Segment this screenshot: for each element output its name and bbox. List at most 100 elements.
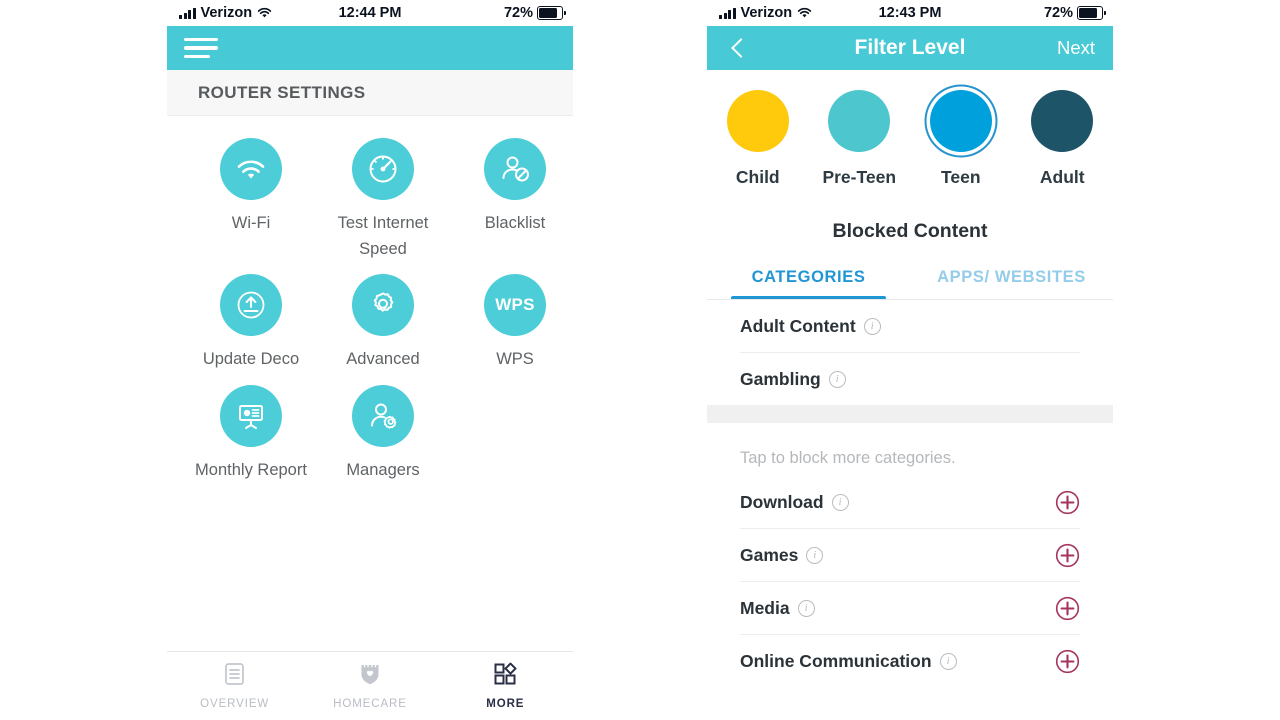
info-icon[interactable]: i (797, 599, 815, 617)
wps-icon-text: WPS (495, 295, 535, 315)
tab-homecare[interactable]: HOMECARE (302, 662, 437, 710)
level-label: Child (735, 167, 780, 187)
filter-level-pre-teen[interactable]: Pre-Teen (809, 90, 911, 188)
shield-heart-icon (359, 662, 381, 691)
plus-circle-icon[interactable] (1055, 543, 1080, 568)
screenshot-stage: Verizon 12:44 PM 72% ROUTER SETTINGS Wi-… (0, 0, 1280, 720)
filter-level-teen[interactable]: Teen (910, 90, 1012, 188)
list-item[interactable]: Games i (740, 529, 1080, 583)
plus-circle-icon[interactable] (1055, 490, 1080, 515)
grid-item-label: Test Internet Speed (337, 214, 429, 258)
status-right-group: 72% (503, 5, 566, 21)
row-text-group: Online Communication i (740, 651, 957, 672)
presentation-chart-icon (220, 384, 282, 447)
category-label: Gambling (740, 368, 821, 389)
filter-level-header: Filter Level Next (707, 26, 1113, 70)
grid-item-label: Advanced (346, 350, 420, 369)
list-item[interactable]: Online Communication i (740, 635, 1080, 687)
level-color-swatch (726, 90, 789, 152)
category-label: Games (740, 544, 799, 565)
user-blocked-icon (484, 138, 546, 200)
level-label: Pre-Teen (822, 167, 897, 187)
tab-apps-websites[interactable]: APPS/ WEBSITES (910, 267, 1113, 300)
battery-percent-label: 72% (503, 5, 533, 21)
level-color-swatch (828, 90, 891, 152)
upload-circle-icon (220, 274, 282, 337)
info-icon[interactable]: i (831, 493, 849, 511)
row-text-group: Games i (740, 544, 824, 566)
grid-row: Monthly Report Managers (167, 384, 573, 484)
info-icon[interactable]: i (863, 317, 881, 335)
row-text-group: Adult Content i (740, 316, 881, 337)
blocked-categories-list: Adult Content i Gambling i (707, 300, 1113, 405)
info-icon[interactable]: i (939, 652, 957, 670)
grid-item-wifi[interactable]: Wi-Fi (193, 138, 309, 262)
grid-squares-icon (493, 662, 517, 691)
page-title: Filter Level (854, 36, 966, 59)
tab-label: OVERVIEW (200, 698, 270, 710)
grid-cell-empty (457, 385, 573, 484)
level-label: Adult (1039, 167, 1085, 187)
list-item[interactable]: Download i (740, 476, 1080, 530)
tab-label: MORE (486, 698, 525, 710)
section-title: ROUTER SETTINGS (198, 82, 366, 102)
tab-categories[interactable]: CATEGORIES (707, 267, 910, 301)
hamburger-menu-icon[interactable] (184, 35, 220, 61)
document-lines-icon (224, 662, 245, 691)
list-item[interactable]: Adult Content i (740, 300, 1080, 354)
battery-icon (1077, 6, 1106, 20)
blocked-content-title: Blocked Content (832, 220, 988, 242)
grid-item-monthly-report[interactable]: Monthly Report (193, 384, 309, 484)
row-text-group: Gambling i (740, 369, 846, 390)
grid-row: Wi-Fi Test Internet Speed Blacklist (167, 138, 573, 262)
grid-item-update-deco[interactable]: Update Deco (193, 274, 309, 373)
category-label: Media (740, 597, 790, 618)
category-label: Online Communication (740, 650, 932, 671)
tab-overview[interactable]: OVERVIEW (167, 662, 302, 710)
user-gear-icon (352, 384, 414, 447)
grid-item-label: Managers (346, 460, 420, 479)
tab-label: HOMECARE (333, 698, 407, 710)
grid-item-blacklist[interactable]: Blacklist (457, 138, 573, 262)
grid-item-label: Blacklist (484, 214, 546, 232)
tab-more[interactable]: MORE (438, 662, 573, 710)
plus-circle-icon[interactable] (1055, 596, 1080, 621)
filter-level-child[interactable]: Child (707, 90, 809, 188)
plus-circle-icon[interactable] (1055, 649, 1080, 674)
grid-item-advanced[interactable]: Advanced (325, 274, 441, 373)
section-divider-band (707, 405, 1113, 424)
category-label: Adult Content (740, 315, 856, 336)
left-app-header (167, 26, 573, 70)
hint-text: Tap to block more categories. (740, 449, 956, 468)
battery-percent-label: 72% (1043, 5, 1073, 21)
grid-item-label: WPS (496, 350, 534, 369)
left-phone-screen: Verizon 12:44 PM 72% ROUTER SETTINGS Wi-… (167, 0, 573, 720)
grid-row: Update Deco Advanced WPS WPS (167, 274, 573, 373)
filter-level-selector: Child Pre-Teen Teen Adult (707, 70, 1113, 188)
level-color-swatch-selected (929, 90, 992, 152)
category-label: Download (740, 491, 824, 512)
info-icon[interactable]: i (828, 370, 846, 388)
next-button[interactable]: Next (1057, 37, 1095, 59)
info-icon[interactable]: i (806, 546, 824, 564)
router-settings-section-header: ROUTER SETTINGS (167, 70, 573, 116)
grid-item-label: Wi-Fi (231, 214, 271, 232)
bottom-tab-bar: OVERVIEW HOMECARE MORE (167, 651, 573, 720)
battery-icon (537, 6, 566, 20)
grid-item-wps[interactable]: WPS WPS (457, 274, 573, 373)
chevron-left-icon[interactable] (729, 37, 749, 59)
grid-item-managers[interactable]: Managers (325, 384, 441, 484)
grid-item-label: Monthly Report (195, 460, 307, 479)
right-phone-screen: Verizon 12:43 PM 72% Filter Level Next C (707, 0, 1113, 720)
status-bar-right: Verizon 12:43 PM 72% (707, 0, 1113, 26)
row-text-group: Media i (740, 598, 815, 619)
list-item[interactable]: Media i (740, 582, 1080, 636)
blocked-content-tabs: CATEGORIES APPS/ WEBSITES (707, 267, 1113, 301)
level-color-swatch (1031, 90, 1094, 152)
speedometer-icon (352, 138, 414, 200)
settings-icon-grid: Wi-Fi Test Internet Speed Blacklist Upda… (167, 116, 573, 483)
grid-item-test-internet-speed[interactable]: Test Internet Speed (325, 138, 441, 262)
list-item[interactable]: Gambling i (740, 353, 1080, 405)
filter-level-adult[interactable]: Adult (1012, 90, 1114, 188)
status-bar-left: Verizon 12:44 PM 72% (167, 0, 573, 26)
